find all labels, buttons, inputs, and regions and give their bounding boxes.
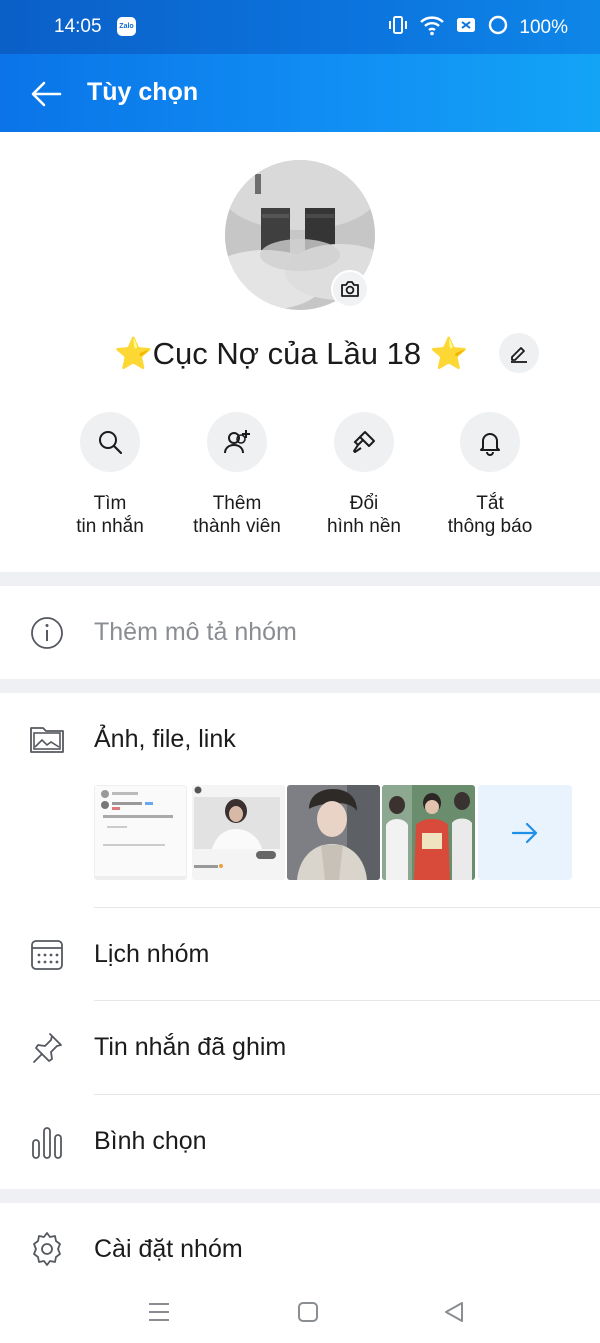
- change-avatar-button[interactable]: [331, 270, 369, 308]
- photo-thumbnail-image: [287, 785, 380, 880]
- section-separator: [0, 572, 600, 586]
- edit-name-button[interactable]: [499, 333, 539, 373]
- menu-group-settings[interactable]: Cài đặt nhóm: [0, 1203, 600, 1280]
- arrow-right-icon: [511, 822, 538, 843]
- add-user-icon: [207, 412, 267, 472]
- action-label: Thêm thành viên: [193, 493, 281, 537]
- action-label: Tắt thông báo: [447, 493, 533, 537]
- calendar-icon: [31, 940, 63, 970]
- menu-label: Lịch nhóm: [94, 940, 210, 968]
- battery-icon: [487, 14, 509, 41]
- battery-level: 100%: [519, 16, 568, 38]
- system-back-button[interactable]: [434, 1292, 474, 1332]
- top-bar: 14:05 Zalo 100% Tùy chọn: [0, 0, 600, 132]
- vibrate-icon: [387, 14, 409, 41]
- menu-label: Bình chọn: [94, 1127, 207, 1155]
- pin-icon: [33, 1033, 62, 1063]
- media-thumbnails: [94, 785, 574, 880]
- bell-icon: [460, 412, 520, 472]
- media-thumbnail[interactable]: [192, 785, 285, 880]
- status-icons: 100%: [387, 14, 568, 41]
- arrow-left-icon: [31, 81, 62, 107]
- action-label: Tìm tin nhắn: [76, 493, 144, 537]
- quick-actions: Tìm tin nhắn Thêm thành viên Đổi hình nề…: [0, 412, 600, 542]
- add-description-row[interactable]: Thêm mô tả nhóm: [0, 586, 600, 679]
- gear-icon: [33, 1232, 61, 1266]
- group-name-row: ⭐Cục Nợ của Lầu 18 ⭐: [0, 330, 600, 380]
- camera-icon: [341, 281, 359, 297]
- action-label: Đổi hình nền: [327, 493, 401, 537]
- menu-group-calendar[interactable]: Lịch nhóm: [0, 908, 600, 1001]
- media-thumbnail[interactable]: [94, 785, 187, 880]
- sim-icon: [455, 14, 477, 41]
- status-time: 14:05: [54, 16, 102, 37]
- action-mute-notifications[interactable]: Tắt thông báo: [425, 412, 555, 538]
- zalo-notification-icon: Zalo: [117, 17, 136, 36]
- page-title: Tùy chọn: [87, 78, 199, 106]
- photo-thumbnail-image: [192, 785, 285, 880]
- menu-icon: [149, 1303, 169, 1321]
- action-add-member[interactable]: Thêm thành viên: [172, 412, 302, 538]
- action-search-messages[interactable]: Tìm tin nhắn: [45, 412, 175, 538]
- system-navbar: [0, 1280, 600, 1343]
- poll-icon: [32, 1127, 62, 1159]
- paint-brush-icon: [334, 412, 394, 472]
- home-button[interactable]: [288, 1292, 328, 1332]
- menu-pinned-messages[interactable]: Tin nhắn đã ghim: [0, 1001, 600, 1095]
- app-header: Tùy chọn: [0, 54, 600, 132]
- search-icon: [80, 412, 140, 472]
- media-more-button[interactable]: [478, 785, 572, 880]
- wifi-icon: [419, 14, 445, 41]
- screenshot-thumbnail-image: [95, 790, 186, 879]
- image-folder-icon: [30, 727, 64, 753]
- group-name: ⭐Cục Nợ của Lầu 18 ⭐: [114, 336, 469, 371]
- media-thumbnail[interactable]: [382, 785, 475, 880]
- media-title[interactable]: Ảnh, file, link: [94, 725, 236, 754]
- media-thumbnail[interactable]: [287, 785, 380, 880]
- action-change-background[interactable]: Đổi hình nền: [299, 412, 429, 538]
- photo-thumbnail-image: [382, 785, 475, 880]
- section-separator: [0, 1189, 600, 1203]
- back-triangle-icon: [445, 1302, 463, 1322]
- status-bar: 14:05 Zalo 100%: [0, 0, 600, 54]
- section-separator: [0, 679, 600, 693]
- back-button[interactable]: [28, 76, 64, 112]
- menu-label: Tin nhắn đã ghim: [94, 1033, 287, 1061]
- pencil-icon: [511, 347, 527, 363]
- description-placeholder: Thêm mô tả nhóm: [94, 618, 297, 646]
- info-icon: [31, 617, 63, 649]
- menu-label: Cài đặt nhóm: [94, 1235, 243, 1263]
- recent-apps-button[interactable]: [139, 1292, 179, 1332]
- menu-poll[interactable]: Bình chọn: [0, 1095, 600, 1189]
- home-square-icon: [298, 1302, 318, 1322]
